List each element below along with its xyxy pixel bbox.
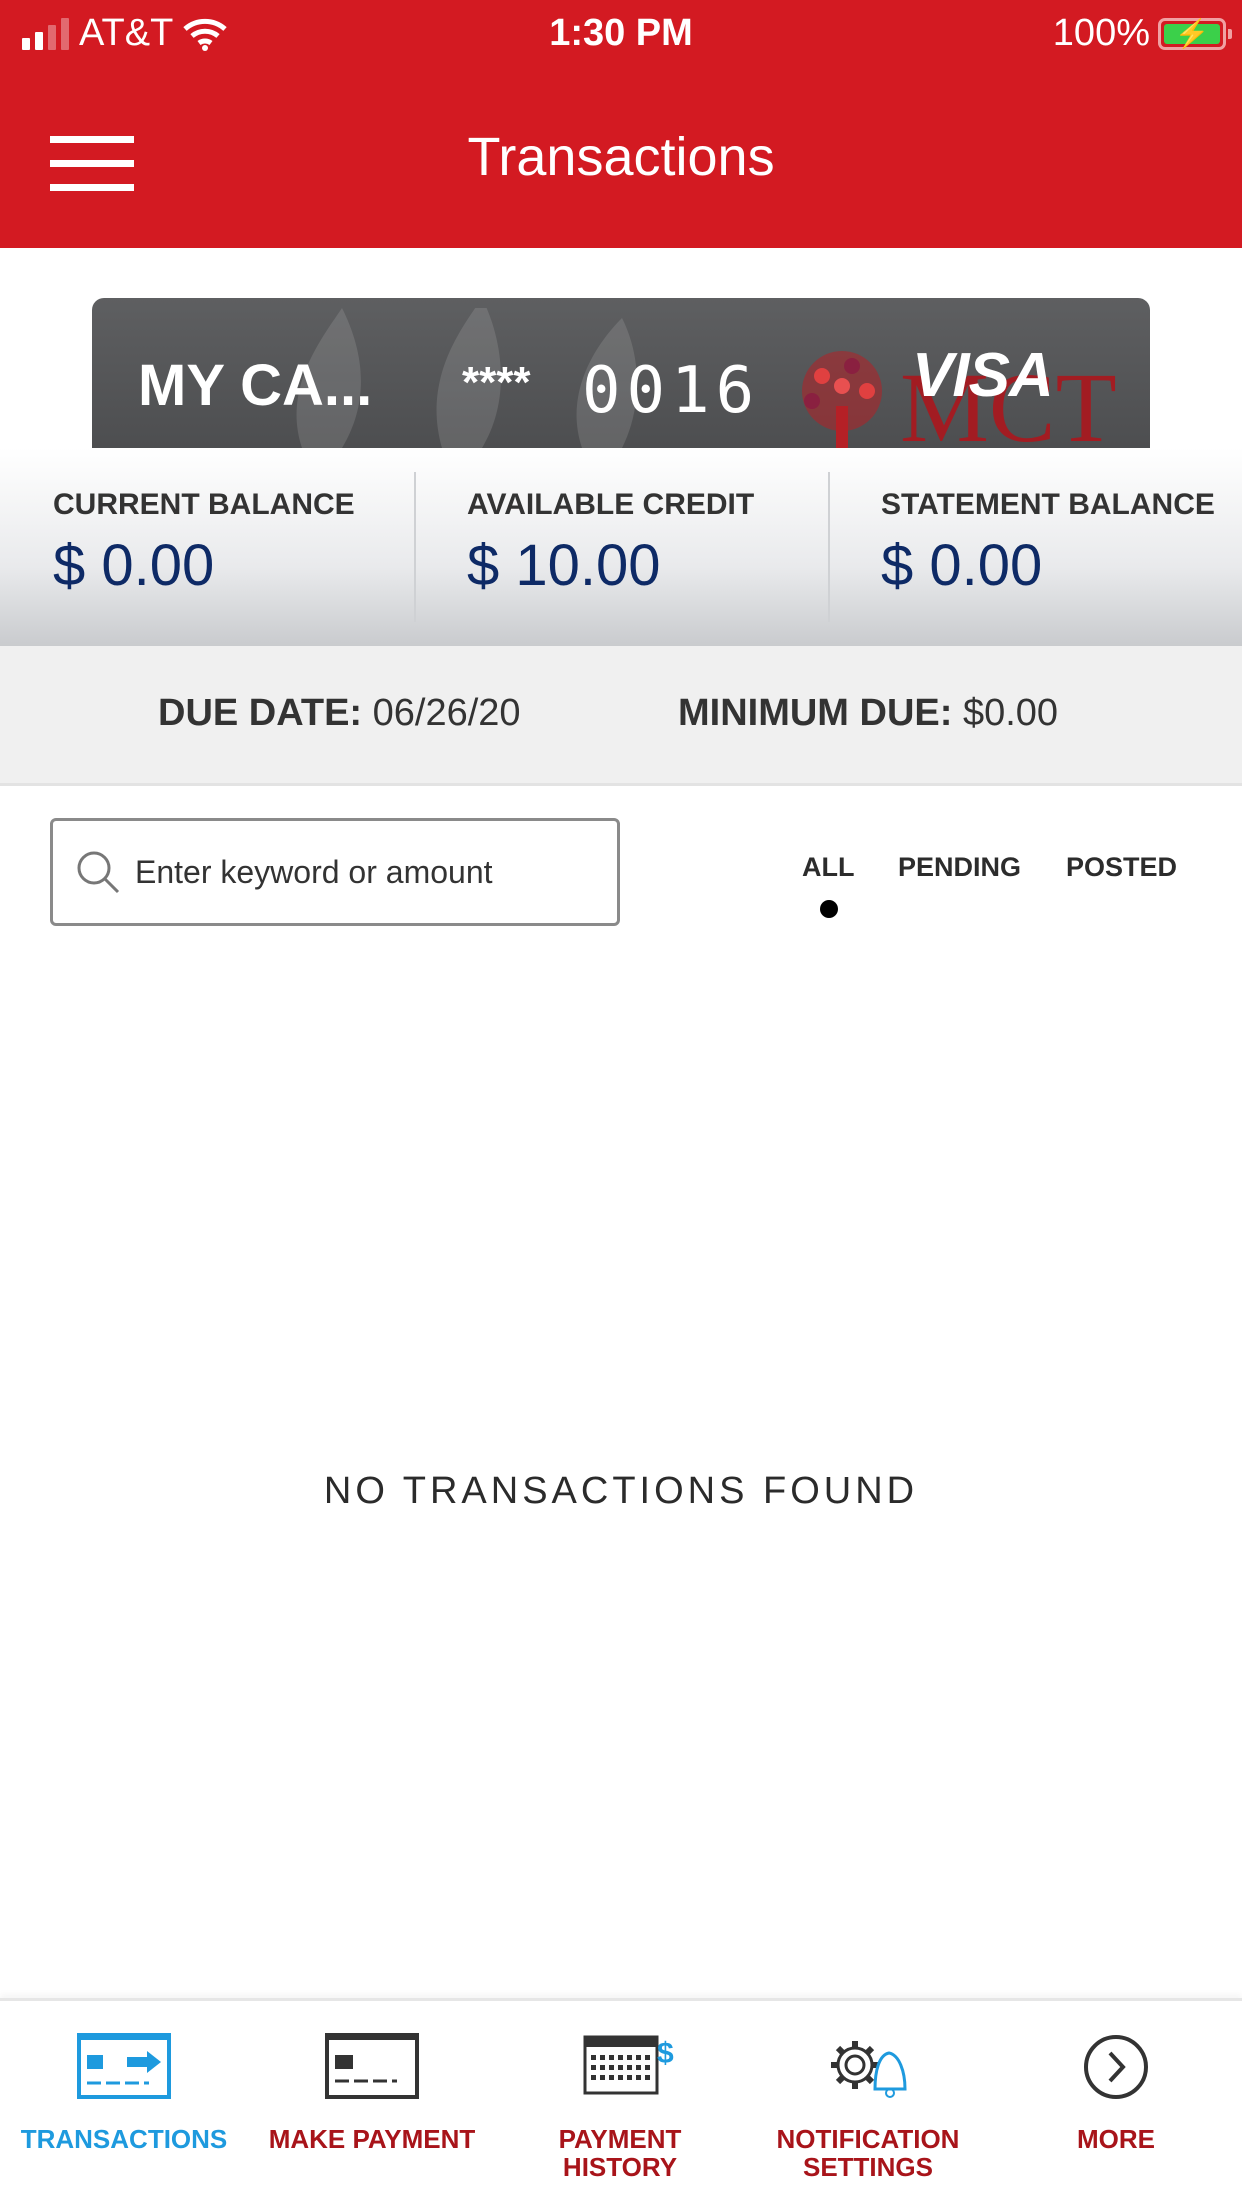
search-input[interactable]: [135, 853, 595, 891]
status-bar: AT&T 1:30 PM 100% ⚡: [0, 0, 1242, 70]
tab-make-payment[interactable]: MAKE PAYMENT: [248, 2031, 496, 2153]
battery-charging-icon: ⚡: [1158, 17, 1232, 50]
card-nickname: MY CA...: [138, 353, 373, 418]
transactions-icon: [77, 2033, 171, 2099]
svg-text:$: $: [657, 2037, 674, 2070]
available-credit: AVAILABLE CREDIT $ 10.00: [414, 448, 828, 646]
search-box[interactable]: [50, 818, 620, 926]
minimum-due-value: $0.00: [962, 692, 1059, 734]
page-title: Transactions: [467, 127, 775, 187]
statement-balance-value: $ 0.00: [881, 533, 1043, 598]
current-balance: CURRENT BALANCE $ 0.00: [53, 488, 355, 598]
due-date-value: 06/26/20: [372, 692, 521, 734]
tab-label: MAKE PAYMENT: [268, 2124, 476, 2154]
app-header: AT&T 1:30 PM 100% ⚡ Transactions: [0, 0, 1242, 248]
battery-percent: 100%: [1052, 12, 1150, 54]
tab-label: PAYMENT HISTORY: [558, 2124, 682, 2182]
due-info-bar: DUE DATE: 06/26/20 MINIMUM DUE: $0.00: [0, 646, 1242, 786]
filter-all[interactable]: ALL: [802, 852, 854, 883]
statement-balance: STATEMENT BALANCE $ 0.00: [828, 448, 1242, 646]
payment-history-icon: $: [583, 2035, 674, 2095]
bottom-tab-bar: TRANSACTIONS MAKE PAYMENT $ PAYMENT HIST…: [0, 1998, 1242, 2208]
tab-notification-settings[interactable]: NOTIFICATION SETTINGS: [744, 2031, 992, 2181]
empty-state-message: NO TRANSACTIONS FOUND: [323, 1470, 919, 1512]
search-icon: [77, 851, 120, 894]
tab-label: TRANSACTIONS: [20, 2124, 228, 2154]
tree-logo-icon: [802, 351, 882, 448]
filter-pending[interactable]: PENDING: [898, 852, 1021, 883]
notification-settings-icon: [831, 2041, 907, 2098]
tab-more[interactable]: MORE: [992, 2031, 1240, 2153]
minimum-due: MINIMUM DUE: $0.00: [678, 692, 1059, 734]
more-icon: [1084, 2035, 1148, 2099]
current-balance-value: $ 0.00: [53, 533, 215, 598]
make-payment-icon: [325, 2033, 419, 2099]
balance-summary: CURRENT BALANCE $ 0.00 AVAILABLE CREDIT …: [0, 448, 1242, 646]
tab-transactions[interactable]: TRANSACTIONS: [0, 2031, 248, 2153]
tab-payment-history[interactable]: $ PAYMENT HISTORY: [496, 2031, 744, 2181]
available-credit-value: $ 10.00: [467, 533, 661, 598]
tab-label: NOTIFICATION SETTINGS: [776, 2124, 960, 2182]
filter-posted[interactable]: POSTED: [1066, 852, 1177, 883]
due-date: DUE DATE: 06/26/20: [158, 692, 521, 734]
card-last-digits: 0016: [582, 354, 761, 428]
credit-card-banner[interactable]: MY CA... **** 0016 MCT VISA: [92, 298, 1150, 448]
tab-label: MORE: [1077, 2124, 1155, 2154]
active-filter-indicator: [820, 900, 838, 918]
card-number-mask: ****: [462, 358, 531, 407]
visa-logo: VISA: [912, 341, 1054, 410]
